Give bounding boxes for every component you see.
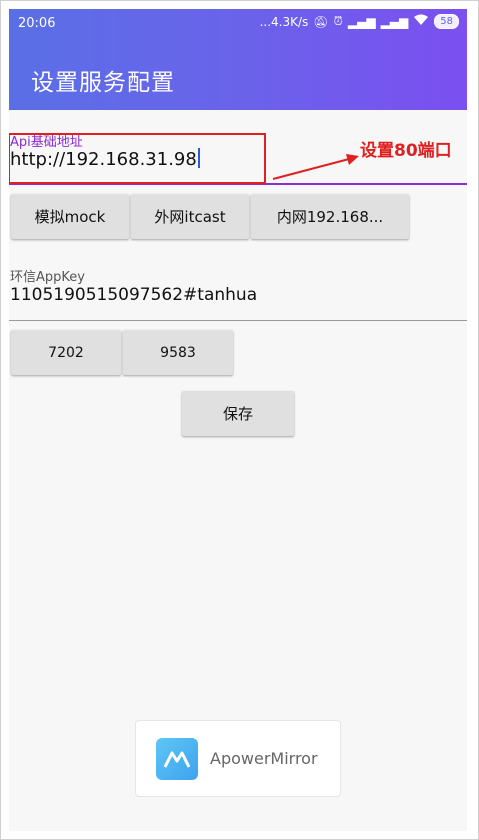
annotation-highlight-box (9, 133, 266, 184)
alarm-icon: ⏰︎ (333, 14, 343, 28)
net-speed: ...4.3K/s (259, 14, 309, 29)
appkey-preset-7202-button[interactable]: 7202 (11, 330, 121, 375)
appkey-input[interactable]: 1105190515097562#tanhua (10, 285, 257, 305)
wifi-icon (413, 14, 429, 29)
apowermirror-logo-icon (156, 737, 198, 780)
phone-screen: 20:06 ...4.3K/s 🔕︎ ⏰︎ ▂▄▆ ▂▄▆ 58 设置服务配置 … (9, 9, 467, 831)
save-button[interactable]: 保存 (182, 391, 294, 436)
watermark-text: ApowerMirror (210, 749, 318, 768)
preset-itcast-button[interactable]: 外网itcast (131, 194, 249, 239)
mute-icon: 🔕︎ (313, 14, 329, 29)
appkey-input-underline (9, 320, 467, 321)
battery-icon: 58 (434, 14, 459, 29)
page-title: 设置服务配置 (31, 70, 175, 96)
preset-mock-button[interactable]: 模拟mock (11, 194, 129, 239)
signal-hd-icon: ▂▄▆ (380, 14, 409, 29)
preset-intranet-button[interactable]: 内网192.168... (251, 194, 409, 239)
annotation-arrow-icon (272, 154, 359, 180)
app-header: 20:06 ...4.3K/s 🔕︎ ⏰︎ ▂▄▆ ▂▄▆ 58 设置服务配置 (9, 9, 467, 110)
appkey-preset-9583-button[interactable]: 9583 (123, 330, 233, 375)
status-bar: 20:06 ...4.3K/s 🔕︎ ⏰︎ ▂▄▆ ▂▄▆ 58 (9, 9, 467, 37)
status-time: 20:06 (18, 16, 56, 31)
status-icons: ...4.3K/s 🔕︎ ⏰︎ ▂▄▆ ▂▄▆ 58 (260, 14, 459, 29)
annotation-text: 设置80端口 (360, 141, 452, 161)
signal-icon: ▂▄▆ (347, 14, 376, 29)
screenshot-frame: 20:06 ...4.3K/s 🔕︎ ⏰︎ ▂▄▆ ▂▄▆ 58 设置服务配置 … (0, 0, 479, 840)
appkey-label: 环信AppKey (10, 270, 85, 285)
apowermirror-watermark: ApowerMirror (135, 720, 341, 797)
